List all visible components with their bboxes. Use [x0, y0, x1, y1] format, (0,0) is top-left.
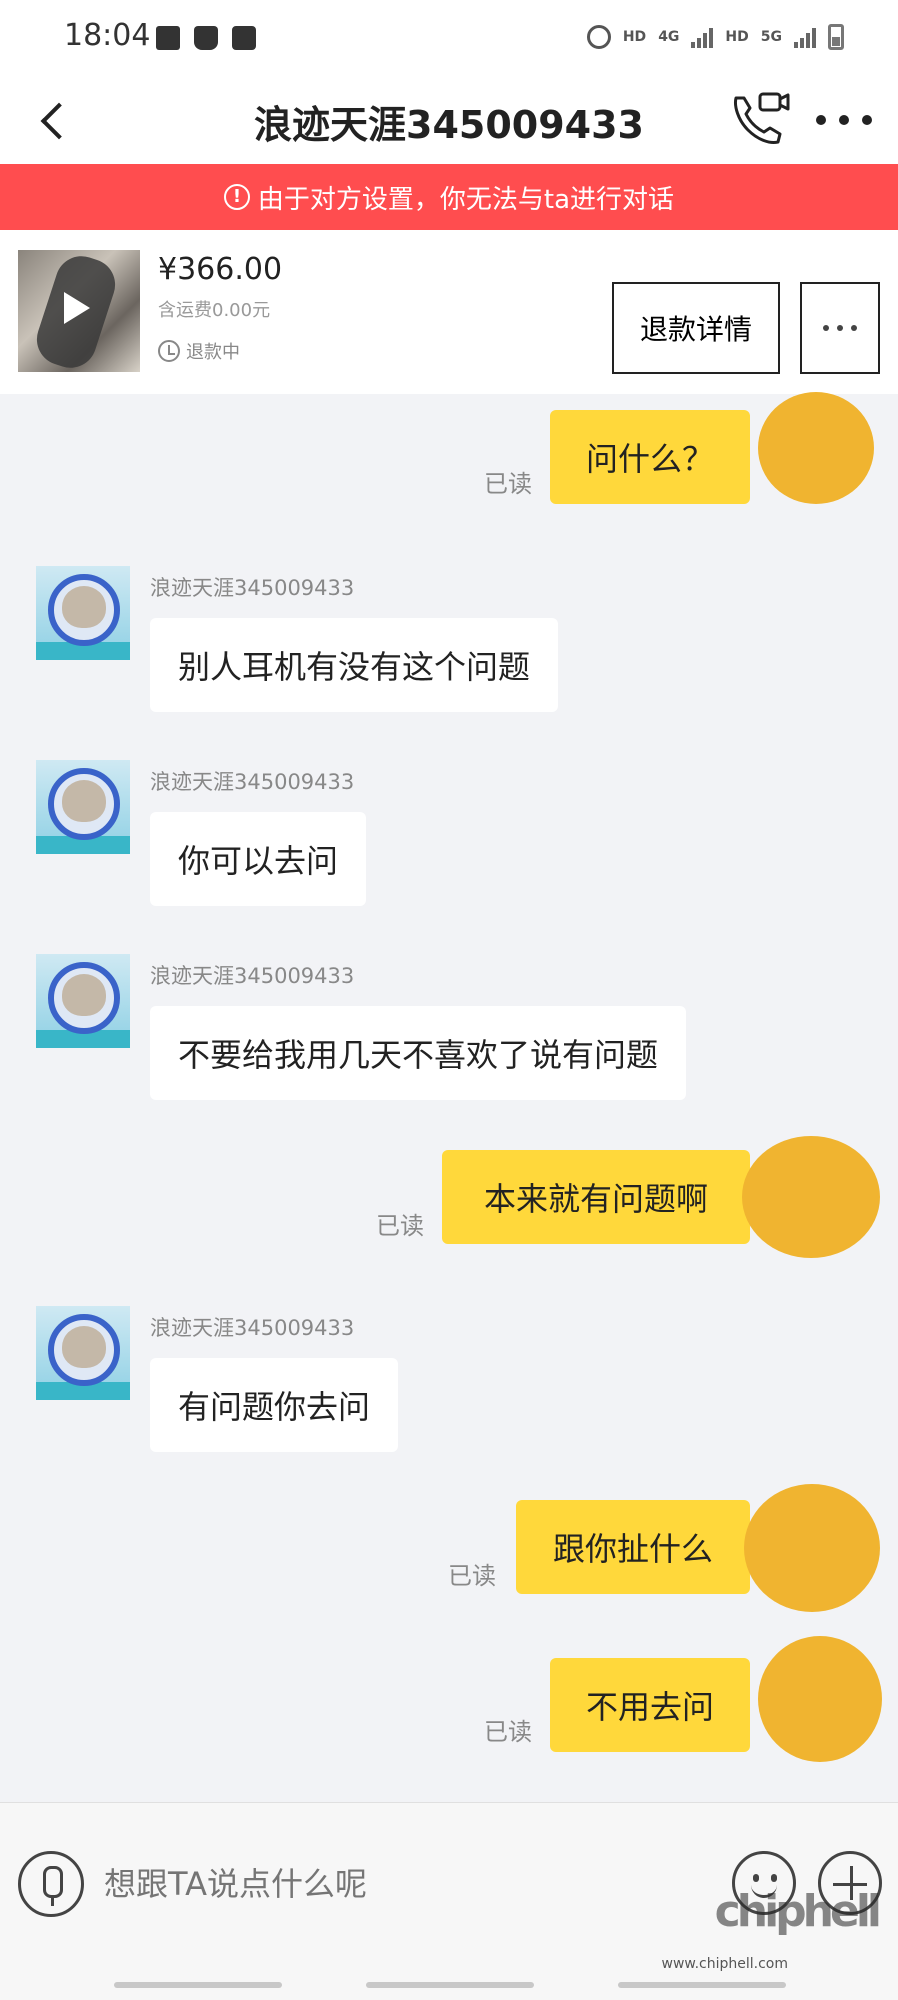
avatar[interactable] — [36, 1306, 130, 1400]
watermark-logo: chiphell — [714, 1886, 882, 1937]
read-receipt: 已读 — [484, 1718, 532, 1746]
message-bubble-sent[interactable]: 不用去问 — [550, 1658, 750, 1752]
play-icon — [64, 292, 90, 324]
sender-name: 浪迹天涯345009433 — [150, 1316, 355, 1340]
restriction-banner: ! 由于对方设置，你无法与ta进行对话 — [0, 164, 898, 230]
sender-name: 浪迹天涯345009433 — [150, 770, 355, 794]
status-time: 18:04 — [64, 18, 151, 53]
product-video-thumbnail[interactable] — [18, 249, 140, 375]
message-input[interactable] — [104, 1857, 704, 1911]
gallery-icon — [156, 26, 180, 50]
more-options-icon[interactable] — [816, 100, 872, 140]
redacted-avatar — [758, 392, 874, 504]
message-bubble-received[interactable]: 你可以去问 — [150, 812, 367, 906]
battery-icon — [828, 24, 844, 50]
redacted-avatar — [744, 1484, 880, 1612]
redacted-avatar — [758, 1636, 882, 1762]
chat-header: 浪迹天涯345009433 — [0, 76, 898, 164]
microphone-icon[interactable] — [18, 1851, 84, 1917]
signal-icon-1 — [691, 26, 714, 48]
message-bubble-sent[interactable]: 本来就有问题啊 — [442, 1150, 750, 1244]
hd-label-1: HD — [622, 29, 647, 45]
refund-status: 退款中 — [158, 338, 240, 364]
hd-label-2: HD — [725, 29, 749, 45]
warning-icon: ! — [223, 184, 250, 210]
nav-handle[interactable] — [366, 1982, 534, 1988]
refund-status-text: 退款中 — [186, 342, 240, 363]
system-icons: HD 4G HD 5G — [586, 24, 844, 50]
redacted-avatar — [742, 1136, 880, 1258]
read-receipt: 已读 — [376, 1212, 424, 1240]
avatar[interactable] — [36, 566, 130, 660]
message-bubble-sent[interactable]: 问什么？ — [550, 410, 750, 504]
order-card: ¥366.00 含运费0.00元 退款中 退款详情 — [0, 230, 898, 394]
order-more-button[interactable] — [800, 282, 880, 374]
avatar[interactable] — [36, 954, 130, 1048]
signal-icon-2 — [794, 26, 816, 48]
phone-video-call-icon[interactable] — [726, 86, 790, 150]
banner-text: 由于对方设置，你无法与ta进行对话 — [257, 184, 675, 215]
read-receipt: 已读 — [448, 1562, 496, 1590]
message-input-bar — [0, 1802, 898, 1968]
notification-icons — [156, 26, 256, 50]
message-bubble-received[interactable]: 不要给我用几天不喜欢了说有问题 — [150, 1006, 687, 1100]
status-bar: 18:04 HD 4G HD 5G — [0, 0, 898, 76]
message-icon — [232, 26, 256, 50]
shipping-fee: 含运费0.00元 — [158, 300, 271, 321]
avatar[interactable] — [36, 760, 130, 854]
order-price: ¥366.00 — [158, 252, 283, 287]
alarm-icon — [586, 25, 611, 49]
network-5g-label: 5G — [760, 29, 782, 45]
message-bubble-received[interactable]: 别人耳机有没有这个问题 — [150, 618, 559, 712]
watermark-url: www.chiphell.com — [661, 1956, 788, 1972]
message-bubble-received[interactable]: 有问题你去问 — [150, 1358, 399, 1452]
shopping-bag-icon — [194, 26, 218, 50]
nav-handle[interactable] — [618, 1982, 786, 1988]
read-receipt: 已读 — [484, 470, 532, 498]
sender-name: 浪迹天涯345009433 — [150, 576, 355, 600]
sender-name: 浪迹天涯345009433 — [150, 964, 355, 988]
message-bubble-sent[interactable]: 跟你扯什么 — [516, 1500, 750, 1594]
system-nav-bar — [0, 1968, 898, 2000]
clock-icon — [158, 340, 180, 362]
network-4g-label: 4G — [658, 29, 680, 45]
nav-handle[interactable] — [114, 1982, 282, 1988]
refund-details-button[interactable]: 退款详情 — [612, 282, 780, 374]
